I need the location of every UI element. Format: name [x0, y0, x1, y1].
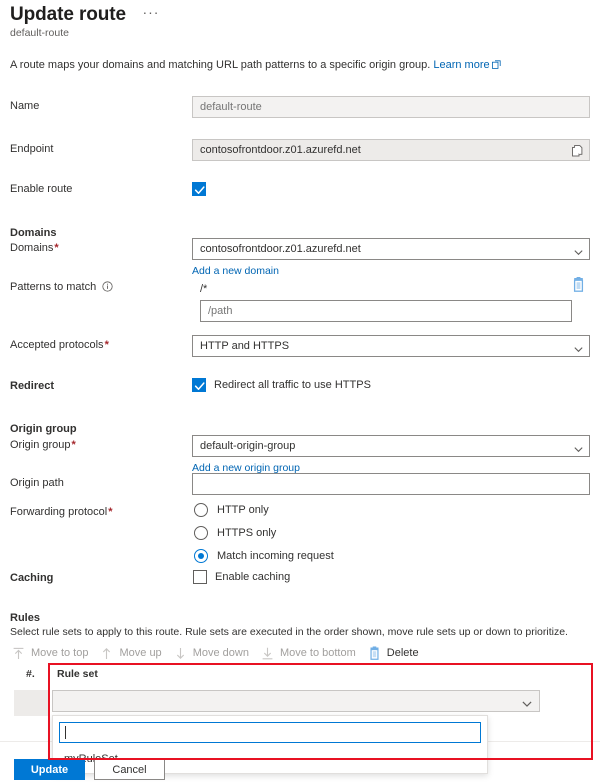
rules-description: Select rule sets to apply to this route.… [10, 626, 568, 638]
move-to-bottom-icon [262, 647, 273, 659]
move-to-bottom-label: Move to bottom [279, 647, 356, 659]
required-marker: * [54, 242, 59, 254]
forwarding-protocol-label: Forwarding protocol* [10, 506, 113, 518]
domains-label: Domains* [10, 242, 59, 254]
move-to-bottom-button[interactable]: Move to bottom [259, 644, 366, 663]
existing-pattern-value: /* [200, 283, 208, 295]
accepted-protocols-select[interactable]: HTTP and HTTPS [192, 335, 590, 357]
patterns-label: Patterns to match [10, 279, 113, 293]
move-down-label: Move down [192, 647, 249, 659]
delete-label: Delete [386, 647, 419, 659]
move-to-top-button[interactable]: Move to top [10, 644, 98, 663]
cancel-button[interactable]: Cancel [94, 759, 165, 780]
rules-toolbar: Move to top Move up Move down Move to bo… [10, 643, 429, 663]
radio-circle-icon [194, 526, 208, 540]
endpoint-label: Endpoint [10, 143, 54, 155]
arrow-up-icon [103, 647, 111, 659]
redirect-checkbox-label: Redirect all traffic to use HTTPS [214, 379, 371, 391]
checkmark-icon [194, 186, 205, 194]
enable-route-label: Enable route [10, 183, 73, 195]
text-cursor [65, 726, 66, 739]
info-icon[interactable] [102, 281, 113, 292]
rule-set-search-input[interactable] [59, 722, 481, 743]
caching-label: Caching [10, 572, 54, 584]
redirect-label: Redirect [10, 380, 55, 392]
radio-https-only[interactable]: HTTPS only [194, 526, 334, 540]
radio-http-only-label: HTTP only [217, 504, 269, 516]
checkmark-icon [194, 382, 205, 390]
origin-group-label: Origin group* [10, 439, 76, 451]
name-input[interactable] [192, 96, 590, 118]
enable-route-checkbox[interactable] [192, 181, 206, 196]
radio-http-only[interactable]: HTTP only [194, 503, 334, 517]
add-new-domain-link[interactable]: Add a new domain [192, 265, 279, 277]
delete-rule-set-button[interactable]: Delete [366, 643, 429, 663]
endpoint-value: contosofrontdoor.z01.azurefd.net [192, 139, 590, 161]
origin-path-label: Origin path [10, 477, 64, 489]
enable-caching-checkbox[interactable] [193, 570, 207, 584]
update-route-blade: Update route ··· default-route A route m… [0, 0, 600, 783]
origin-group-select[interactable]: default-origin-group [192, 435, 590, 457]
rule-set-combobox-value[interactable] [52, 690, 540, 712]
redirect-checkbox-row[interactable]: Redirect all traffic to use HTTPS [192, 378, 371, 392]
domains-select[interactable]: contosofrontdoor.z01.azurefd.net [192, 238, 590, 260]
move-to-top-label: Move to top [31, 647, 89, 659]
move-up-button[interactable]: Move up [98, 644, 171, 663]
copy-icon[interactable] [572, 144, 583, 162]
accepted-protocols-label: Accepted protocols* [10, 339, 109, 351]
arrow-down-icon [176, 647, 184, 659]
radio-https-only-label: HTTPS only [217, 527, 277, 539]
blade-footer: Update Cancel [14, 759, 165, 780]
delete-icon [370, 646, 379, 660]
intro-text: A route maps your domains and matching U… [10, 59, 431, 71]
update-button[interactable]: Update [14, 759, 85, 780]
origin-path-input[interactable] [192, 473, 590, 495]
rule-set-combobox[interactable] [52, 690, 540, 712]
domains-section-heading: Domains [10, 227, 57, 239]
more-options-icon[interactable]: ··· [142, 4, 159, 20]
required-marker: * [71, 439, 76, 451]
name-label: Name [10, 100, 40, 112]
caching-checkbox-row[interactable]: Enable caching [193, 570, 290, 584]
enable-caching-label: Enable caching [215, 571, 291, 583]
rules-table-col-number: #. [26, 668, 35, 680]
rules-table-row-number-cell [14, 690, 50, 716]
radio-match-incoming-request[interactable]: Match incoming request [194, 549, 334, 563]
intro-description: A route maps your domains and matching U… [10, 58, 501, 72]
redirect-checkbox[interactable] [192, 378, 206, 392]
move-up-label: Move up [119, 647, 162, 659]
page-title: Update route [10, 4, 126, 25]
move-to-top-icon [13, 647, 24, 659]
radio-circle-icon [194, 503, 208, 517]
rules-section-heading: Rules [10, 612, 40, 624]
external-link-icon [491, 59, 501, 69]
required-marker: * [108, 506, 113, 518]
radio-match-incoming-request-label: Match incoming request [217, 550, 334, 562]
page-subtitle: default-route [10, 27, 69, 39]
delete-pattern-icon[interactable] [572, 277, 585, 297]
learn-more-link[interactable]: Learn more [433, 59, 489, 71]
radio-circle-selected-icon [194, 549, 208, 563]
blade-header: Update route ··· default-route [10, 4, 159, 39]
rules-table-col-rule-set: Rule set [57, 668, 98, 680]
required-marker: * [104, 339, 109, 351]
move-down-button[interactable]: Move down [172, 644, 259, 663]
new-pattern-input[interactable] [200, 300, 572, 322]
origin-group-section-heading: Origin group [10, 423, 77, 435]
